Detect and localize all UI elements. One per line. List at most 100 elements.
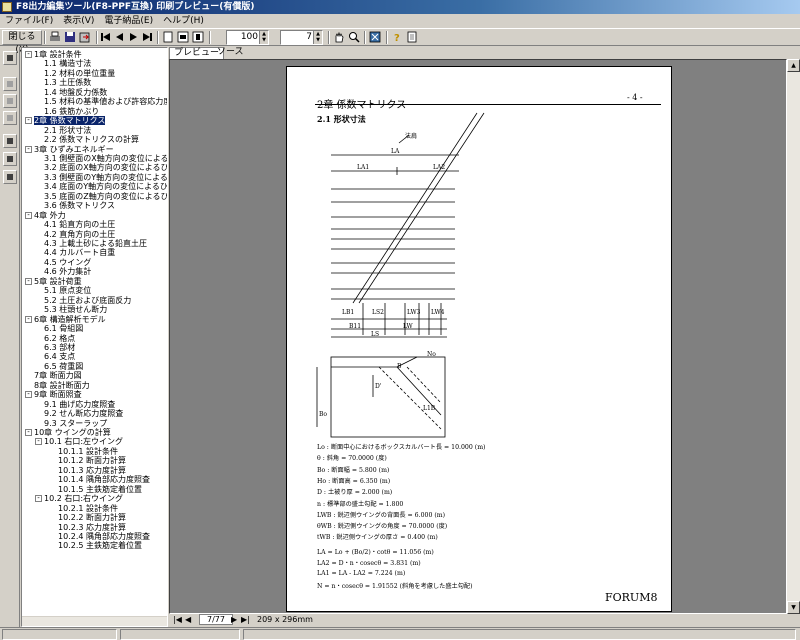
last-page-nav-icon[interactable]: ▶| xyxy=(241,614,250,626)
tree-item[interactable]: 1.2 材料の単位重量 xyxy=(44,69,115,78)
tree-item[interactable]: 4.5 ウイング xyxy=(44,258,91,267)
tree-item[interactable]: 6.3 部材 xyxy=(44,343,75,352)
tree-item[interactable]: 1章 設計条件 xyxy=(34,50,82,59)
next-page-icon[interactable] xyxy=(127,30,140,45)
tree-item[interactable]: 3.3 側壁面のY軸方向の変位によるひず xyxy=(44,173,167,182)
tree-item[interactable]: 4.2 直角方向の土圧 xyxy=(44,230,115,239)
tree-expander-icon[interactable]: - xyxy=(35,438,42,446)
tree-item[interactable]: 10.1.1 設計条件 xyxy=(58,447,118,456)
tree-item[interactable]: 10.1.3 応力度計算 xyxy=(58,466,126,475)
save-icon[interactable] xyxy=(63,30,77,45)
tree-item[interactable]: 10.2.5 主鉄筋定着位置 xyxy=(58,541,142,550)
calc-icon[interactable] xyxy=(3,170,17,184)
export-icon[interactable] xyxy=(78,30,92,45)
page-spin-arrows[interactable]: ▲ ▼ xyxy=(313,31,322,44)
page-indicator[interactable]: 7/77 xyxy=(199,614,233,625)
tree-expander-icon[interactable]: - xyxy=(25,211,32,219)
tree-item[interactable]: 10.2 右口:右ウイング xyxy=(44,494,123,503)
tree-item[interactable]: 1.4 地盤反力係数 xyxy=(44,88,107,97)
page-tool-icon[interactable] xyxy=(3,94,17,108)
tree-expander-icon[interactable]: - xyxy=(25,51,32,58)
tree-item[interactable]: 2.2 係数マトリクスの計算 xyxy=(44,135,139,144)
prev-page-nav-icon[interactable]: ◀ xyxy=(185,614,191,626)
tree-item[interactable]: 3章 ひずみエネルギー xyxy=(34,145,114,154)
help-icon[interactable]: ? xyxy=(390,30,404,45)
tree-item[interactable]: 3.1 側壁面のX軸方向の変位によるひず xyxy=(44,154,167,163)
tree-expander-icon[interactable]: - xyxy=(25,391,32,399)
tree-item[interactable]: 4.1 鉛直方向の土圧 xyxy=(44,220,115,229)
menu-view[interactable]: 表示(V) xyxy=(58,14,99,28)
prev-page-icon[interactable] xyxy=(113,30,126,45)
preview-vertical-scrollbar[interactable]: ▲ ▼ xyxy=(787,59,800,614)
edit-pen-icon[interactable] xyxy=(3,51,17,65)
tree-item[interactable]: 8章 設計断面力 xyxy=(34,381,90,390)
whole-page-icon[interactable] xyxy=(191,30,205,45)
zoom-input[interactable]: 100 ▲ ▼ xyxy=(226,30,269,45)
hand-tool-icon[interactable] xyxy=(332,30,346,45)
tree-horizontal-scrollbar[interactable] xyxy=(22,616,167,626)
tree-item[interactable]: 10.1.4 隅角部応力度照査 xyxy=(58,475,150,484)
tree-item[interactable]: 4.6 外力集計 xyxy=(44,267,91,276)
tree-item[interactable]: 10章 ウイングの計算 xyxy=(34,428,111,437)
tree-item[interactable]: 1.3 土圧係数 xyxy=(44,78,91,87)
tree-item[interactable]: 10.1.2 断面力計算 xyxy=(58,456,126,465)
close-button[interactable]: 閉じる(X) xyxy=(2,30,42,55)
tree-item[interactable]: 10.2.2 断面力計算 xyxy=(58,513,126,522)
last-page-icon[interactable] xyxy=(141,30,154,45)
tree-item[interactable]: 9.3 スターラップ xyxy=(44,419,107,428)
tree-item[interactable]: 1.6 鉄筋かぶり xyxy=(44,107,99,116)
single-page-icon[interactable] xyxy=(161,30,175,45)
tree-item[interactable]: 4.4 カルバート自重 xyxy=(44,248,115,257)
tree-item[interactable]: 9章 断面照査 xyxy=(34,390,82,399)
zoom-spin-arrows[interactable]: ▲ ▼ xyxy=(259,31,268,44)
menu-electronic-delivery[interactable]: 電子納品(E) xyxy=(99,14,158,28)
tree-expander-icon[interactable]: - xyxy=(25,429,32,436)
tab-source[interactable]: ソース xyxy=(213,47,248,59)
tree-item[interactable]: 5.2 土圧および底面反力 xyxy=(44,296,131,305)
menu-file[interactable]: ファイル(F) xyxy=(0,14,58,28)
tree-item[interactable]: 9.1 曲げ応力度照査 xyxy=(44,400,115,409)
figure-icon[interactable] xyxy=(3,134,17,148)
info-icon[interactable] xyxy=(405,30,419,45)
next-page-nav-icon[interactable]: ▶ xyxy=(231,614,237,626)
tree-item[interactable]: 7章 断面力図 xyxy=(34,371,82,380)
screenshot-icon[interactable] xyxy=(368,30,382,45)
tree-item[interactable]: 4章 外力 xyxy=(34,211,66,220)
tree-item[interactable]: 10.2.3 応力度計算 xyxy=(58,523,126,532)
tree-expander-icon[interactable]: - xyxy=(25,117,32,125)
tree-item[interactable]: 6章 構造解析モデル xyxy=(34,315,106,324)
tree-expander-icon[interactable]: - xyxy=(25,277,32,285)
tree-item[interactable]: 3.4 底面のY軸方向の変位によるひずみ xyxy=(44,182,167,191)
tree-item[interactable]: 1.5 材料の基準値および許容応力度 xyxy=(44,97,167,106)
page-tool-icon[interactable] xyxy=(3,77,17,91)
tree-item[interactable]: 6.5 荷重図 xyxy=(44,362,83,371)
scroll-down-icon[interactable]: ▼ xyxy=(787,601,800,614)
zoom-tool-icon[interactable] xyxy=(347,30,361,45)
table-icon[interactable] xyxy=(3,152,17,166)
tree-item[interactable]: 6.1 骨組図 xyxy=(44,324,83,333)
preview-viewport[interactable]: - 4 - 2章 係数マトリクス 2.1 形状寸法 法肩 LA LA1 LA2 … xyxy=(169,59,787,614)
tree-item[interactable]: 6.2 格点 xyxy=(44,334,75,343)
tree-expander-icon[interactable]: - xyxy=(25,315,32,323)
tree-item[interactable]: 10.1 右口:左ウイング xyxy=(44,437,123,446)
tree-expander-icon[interactable]: - xyxy=(35,495,42,503)
page-width-icon[interactable] xyxy=(176,30,190,45)
tree-expander-icon[interactable]: - xyxy=(25,145,32,153)
tree-item[interactable]: 1.1 構造寸法 xyxy=(44,59,91,68)
tree-item[interactable]: 5章 設計荷重 xyxy=(34,277,82,286)
page-input[interactable]: 7 ▲ ▼ xyxy=(280,30,323,45)
scroll-up-icon[interactable]: ▲ xyxy=(787,59,800,72)
tree-item[interactable]: 6.4 支点 xyxy=(44,352,75,361)
tree-item[interactable]: 4.3 上載土砂による鉛直土圧 xyxy=(44,239,147,248)
tree-item[interactable]: 10.1.5 主鉄筋定着位置 xyxy=(58,485,142,494)
tree-item[interactable]: 3.5 底面のZ軸方向の変位によるひずみ xyxy=(44,192,167,201)
menu-help[interactable]: ヘルプ(H) xyxy=(158,14,209,28)
tree-item[interactable]: 5.3 柱頭せん断力 xyxy=(44,305,107,314)
page-tool-icon[interactable] xyxy=(3,111,17,125)
tree-item[interactable]: 10.2.1 設計条件 xyxy=(58,504,118,513)
tree-item[interactable]: 9.2 せん断応力度照査 xyxy=(44,409,123,418)
tree-item[interactable]: 3.6 係数マトリクス xyxy=(44,201,115,210)
tree-item[interactable]: 2章 係数マトリクス xyxy=(34,116,106,126)
tree-item[interactable]: 3.2 底面のX軸方向の変位によるひずみ xyxy=(44,163,167,172)
tree-item[interactable]: 2.1 形状寸法 xyxy=(44,126,91,135)
